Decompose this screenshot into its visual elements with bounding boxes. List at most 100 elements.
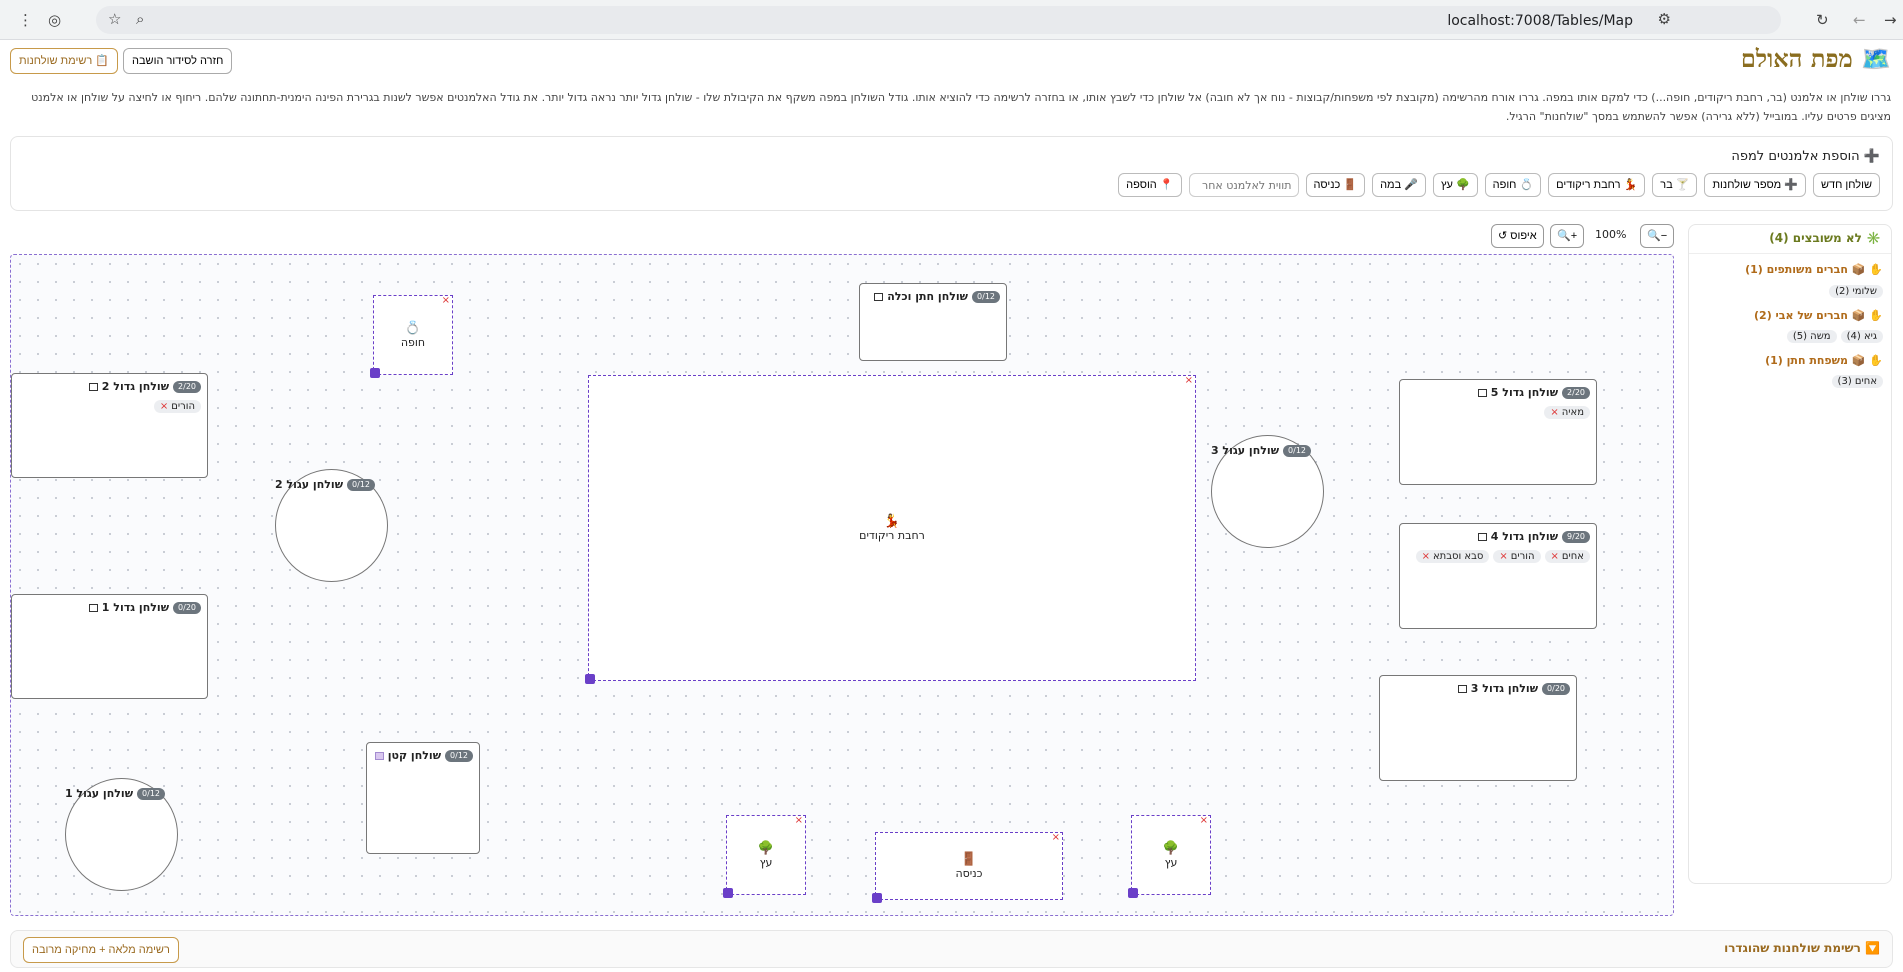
back-to-seating-button[interactable]: חזרה לסידור הושבה [123,48,233,74]
full-list-bulk-delete-button[interactable]: רשימה מלאה + מחיקה מרובה [23,937,179,963]
plus-icon: ➕ [1863,149,1880,164]
table-name: שולחן גדול 1 [101,601,170,614]
element-entrance[interactable]: × 🚪 כניסה [872,832,1063,903]
rect-table-icon [874,292,884,301]
resize-handle[interactable] [723,888,733,898]
guest-group-header[interactable]: ✋ 📦 משפחת חתן (1) [1765,354,1883,367]
seat-count-badge: 0/20 [1542,682,1570,695]
menu-dots-icon[interactable]: ⋮ [18,10,33,30]
resize-handle[interactable] [585,674,595,684]
url-text[interactable]: localhost:7008/Tables/Map [1447,13,1633,29]
seat-count-badge: 0/12 [445,749,473,762]
element-chuppah[interactable]: × 💍 חופה [370,295,453,378]
delete-element-icon[interactable]: × [442,295,450,306]
back-icon[interactable]: ← [1853,10,1866,30]
dancer-icon: 💃 [883,514,901,529]
add-dance-floor-button[interactable]: 💃 רחבת ריקודים [1548,173,1646,197]
unassigned-guest-chip[interactable]: שלומי (2) [1829,285,1883,298]
table-round-3[interactable]: שולחן עגול 3 0/12 [1211,435,1324,548]
delete-element-icon[interactable]: × [1200,815,1208,826]
tree-icon: 🌳 [1162,841,1180,856]
table-name: שולחן חתן וכלה [887,290,969,303]
remove-guest-icon[interactable]: × [1551,551,1559,562]
rect-table-icon [88,382,98,391]
table-large-5[interactable]: שולחן גדול 5 2/20 מאיה× [1399,379,1597,485]
table-large-3[interactable]: שולחן גדול 3 0/20 [1379,675,1577,781]
table-name: שולחן גדול 2 [101,380,170,393]
seated-guest-chip[interactable]: סבא וסבתא× [1415,550,1490,563]
table-name: שולחן עגול 3 [1210,444,1280,457]
table-round-1[interactable]: שולחן עגול 1 0/12 [65,778,178,891]
tables-list-button[interactable]: 📋 רשימת שולחנות [10,48,118,74]
rect-table-icon [1477,388,1487,397]
seated-guest-chip[interactable]: הורים× [1493,550,1541,563]
element-label: חופה [400,336,426,349]
add-bar-button[interactable]: 🍸 בר [1652,173,1698,197]
add-stage-button[interactable]: 🎤 במה [1372,173,1426,197]
unassigned-guest-chip[interactable]: משה (5) [1786,330,1837,343]
new-table-button[interactable]: שולחן חדש [1812,173,1880,197]
add-entrance-button[interactable]: 🚪 כניסה [1305,173,1366,197]
add-chuppah-button[interactable]: 💍 חופה [1484,173,1542,197]
zoom-in-button[interactable]: 🔍+ [1550,224,1585,248]
site-settings-icon[interactable]: ⚙ [1658,9,1671,29]
table-small[interactable]: שולחן קטן 0/12 [366,742,480,854]
seat-count-badge: 2/20 [1562,386,1590,399]
guest-group-header[interactable]: ✋ 📦 חברים של אבי (2) [1754,309,1883,322]
table-round-2[interactable]: שולחן עגול 2 0/12 [275,469,388,582]
delete-element-icon[interactable]: × [795,815,803,826]
star-icon[interactable]: ☆ [108,9,121,29]
instructions-text: גררו שולחן או אלמנט (בר, רחבת ריקודים, ח… [31,91,1891,123]
table-name: שולחן גדול 4 [1490,530,1559,543]
page-title-text: מפת האולם [1740,44,1853,73]
table-large-4[interactable]: שולחן גדול 4 9/20 אחים× הורים× סבא וסבתא× [1399,523,1597,629]
table-name: שולחן גדול 5 [1490,386,1559,399]
reload-icon[interactable]: ↻ [1816,10,1829,30]
table-count-button[interactable]: ➕ מספר שולחנות [1704,173,1806,197]
unassigned-guest-chip[interactable]: גיא (4) [1840,330,1883,343]
seated-guest-chip[interactable]: אחים× [1544,550,1590,563]
add-elements-row: שולחן חדש ➕ מספר שולחנות 🍸 בר 💃 רחבת ריק… [1118,173,1880,197]
remove-guest-icon[interactable]: × [1499,551,1507,562]
forward-icon[interactable]: → [1884,10,1897,30]
address-bar[interactable]: ☆ ⌕ localhost:7008/Tables/Map ⚙ [96,6,1781,34]
delete-element-icon[interactable]: × [1052,832,1060,843]
seat-count-badge: 9/20 [1562,530,1590,543]
small-table-icon [374,751,384,760]
add-elements-title-text: הוספת אלמנטים למפה [1731,149,1860,164]
remove-guest-icon[interactable]: × [1550,407,1558,418]
divider [1689,253,1891,254]
remove-guest-icon[interactable]: × [160,401,168,412]
seated-guest-chip[interactable]: הורים× [153,400,201,413]
defined-tables-title[interactable]: 🔽 רשימת שולחנות שהוגדרו [1724,941,1880,955]
resize-handle[interactable] [872,893,882,903]
resize-handle[interactable] [370,368,380,378]
unassigned-guest-chip[interactable]: אחים (3) [1831,375,1883,388]
seated-guest-chip[interactable]: מאיה× [1544,406,1590,419]
zoom-out-button[interactable]: 🔍− [1640,224,1675,248]
table-large-1[interactable]: שולחן גדול 1 0/20 [11,594,208,699]
seat-count-badge: 0/20 [173,601,201,614]
door-icon: 🚪 [960,852,978,867]
zoom-level: 100% [1595,228,1627,241]
other-element-label-input[interactable] [1188,173,1299,197]
add-tree-button[interactable]: 🌳 עץ [1432,173,1478,197]
element-tree[interactable]: × 🌳 עץ [723,815,806,898]
unassigned-title: ✳️ לא משובצים (4) [1769,231,1881,245]
element-tree[interactable]: × 🌳 עץ [1128,815,1211,898]
hall-map-canvas[interactable]: שולחן חתן וכלה 0/12 שולחן גדול 2 2/20 הורי… [10,254,1674,916]
table-large-2[interactable]: שולחן גדול 2 2/20 הורים× [11,373,208,478]
guest-group-header[interactable]: ✋ 📦 חברים משותפים (1) [1745,263,1883,276]
table-name: שולחן עגול 1 [64,787,134,800]
profile-icon[interactable]: ◎ [48,10,61,30]
resize-handle[interactable] [1128,888,1138,898]
add-elements-panel: ➕ הוספת אלמנטים למפה שולחן חדש ➕ מספר שו… [10,136,1893,211]
element-dance-floor[interactable]: × 💃 רחבת ריקודים [585,375,1196,684]
zoom-icon[interactable]: ⌕ [136,9,144,29]
zoom-reset-button[interactable]: ↺ איפוס [1491,224,1544,248]
remove-guest-icon[interactable]: × [1422,551,1430,562]
delete-element-icon[interactable]: × [1185,375,1193,386]
table-groom-bride[interactable]: שולחן חתן וכלה 0/12 [859,283,1007,361]
add-other-element-button[interactable]: 📍 הוספה [1118,173,1182,197]
defined-tables-panel: 🔽 רשימת שולחנות שהוגדרו רשימה מלאה + מחי… [10,930,1893,968]
